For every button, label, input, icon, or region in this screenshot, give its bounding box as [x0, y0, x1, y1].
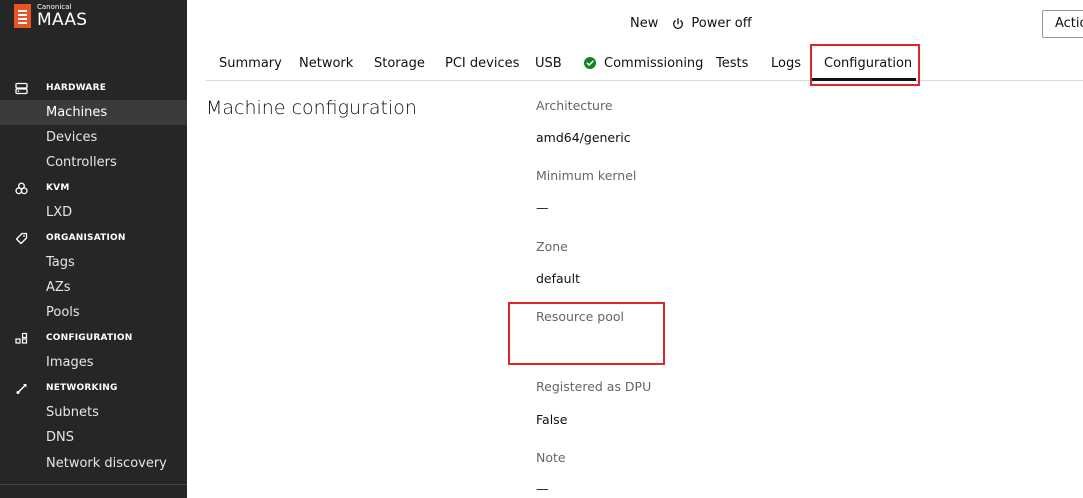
- networking-icon: [14, 381, 28, 395]
- tab-logs[interactable]: Logs: [771, 46, 801, 80]
- power-icon: [673, 17, 684, 29]
- sidebar-section-networking: NETWORKING: [0, 378, 187, 398]
- new-status-label: New: [630, 16, 659, 31]
- kvm-icon: [14, 181, 28, 195]
- tab-tests[interactable]: Tests: [716, 46, 748, 80]
- field-label-zone: Zone: [536, 239, 568, 254]
- field-label-minimum-kernel: Minimum kernel: [536, 168, 637, 183]
- sidebar-section-organisation: ORGANISATION: [0, 228, 187, 248]
- sidebar-item-machines[interactable]: Machines: [0, 100, 187, 125]
- sidebar-divider: [0, 484, 187, 485]
- success-check-icon: [584, 57, 596, 69]
- sidebar-section-label: CONFIGURATION: [46, 333, 133, 343]
- sidebar-item-images[interactable]: Images: [0, 350, 187, 375]
- configuration-tab-highlight: [810, 44, 920, 86]
- tab-storage[interactable]: Storage: [374, 46, 425, 80]
- field-label-resource-pool: Resource pool: [536, 309, 625, 324]
- machine-header-actions: New Power off: [630, 16, 752, 31]
- sidebar-section-label: HARDWARE: [46, 83, 107, 93]
- tag-icon: [14, 231, 28, 245]
- settings-grid-icon: [14, 331, 28, 345]
- server-icon: [14, 81, 28, 95]
- machine-tabs: Summary Network Storage PCI devices USB …: [206, 46, 1083, 81]
- power-status[interactable]: Power off: [672, 16, 752, 31]
- sidebar-item-azs[interactable]: AZs: [0, 275, 187, 300]
- tab-commissioning[interactable]: Commissioning: [584, 46, 703, 80]
- sidebar-item-dns[interactable]: DNS: [0, 425, 187, 450]
- sidebar-section-label: NETWORKING: [46, 383, 118, 393]
- power-status-label: Power off: [691, 16, 752, 31]
- field-value-architecture: amd64/generic: [536, 130, 631, 145]
- sidebar-item-controllers[interactable]: Controllers: [0, 150, 187, 175]
- tab-network[interactable]: Network: [299, 46, 353, 80]
- sidebar-section-label: KVM: [46, 183, 70, 193]
- sidebar-item-subnets[interactable]: Subnets: [0, 400, 187, 425]
- field-value-registered-as-dpu: False: [536, 412, 568, 427]
- sidebar-section-configuration: CONFIGURATION: [0, 328, 187, 348]
- sidebar-item-lxd[interactable]: LXD: [0, 200, 187, 225]
- logo-product-text: MAAS: [37, 10, 88, 30]
- take-action-button[interactable]: Actio: [1042, 10, 1083, 38]
- maas-logo[interactable]: Canonical MAAS: [14, 4, 87, 29]
- tab-pci-devices[interactable]: PCI devices: [445, 46, 519, 80]
- field-value-note: —: [536, 481, 549, 496]
- field-value-minimum-kernel: —: [536, 200, 549, 215]
- sidebar-section-kvm: KVM: [0, 178, 187, 198]
- page-title: Machine configuration: [206, 97, 417, 119]
- sidebar: Canonical MAAS HARDWARE Machines Devices…: [0, 0, 187, 498]
- sidebar-item-pools[interactable]: Pools: [0, 300, 187, 325]
- tab-commissioning-label: Commissioning: [604, 55, 704, 71]
- sidebar-item-devices[interactable]: Devices: [0, 125, 187, 150]
- field-label-architecture: Architecture: [536, 98, 613, 113]
- field-label-note: Note: [536, 450, 566, 465]
- sidebar-section-hardware: HARDWARE: [0, 78, 187, 98]
- sidebar-section-label: ORGANISATION: [46, 233, 126, 243]
- tab-summary[interactable]: Summary: [219, 46, 282, 80]
- field-label-registered-as-dpu: Registered as DPU: [536, 379, 652, 394]
- sidebar-item-tags[interactable]: Tags: [0, 250, 187, 275]
- sidebar-item-network-discovery[interactable]: Network discovery: [0, 451, 187, 476]
- field-value-zone: default: [536, 271, 580, 286]
- tab-usb[interactable]: USB: [535, 46, 562, 80]
- maas-logo-icon: [14, 4, 31, 28]
